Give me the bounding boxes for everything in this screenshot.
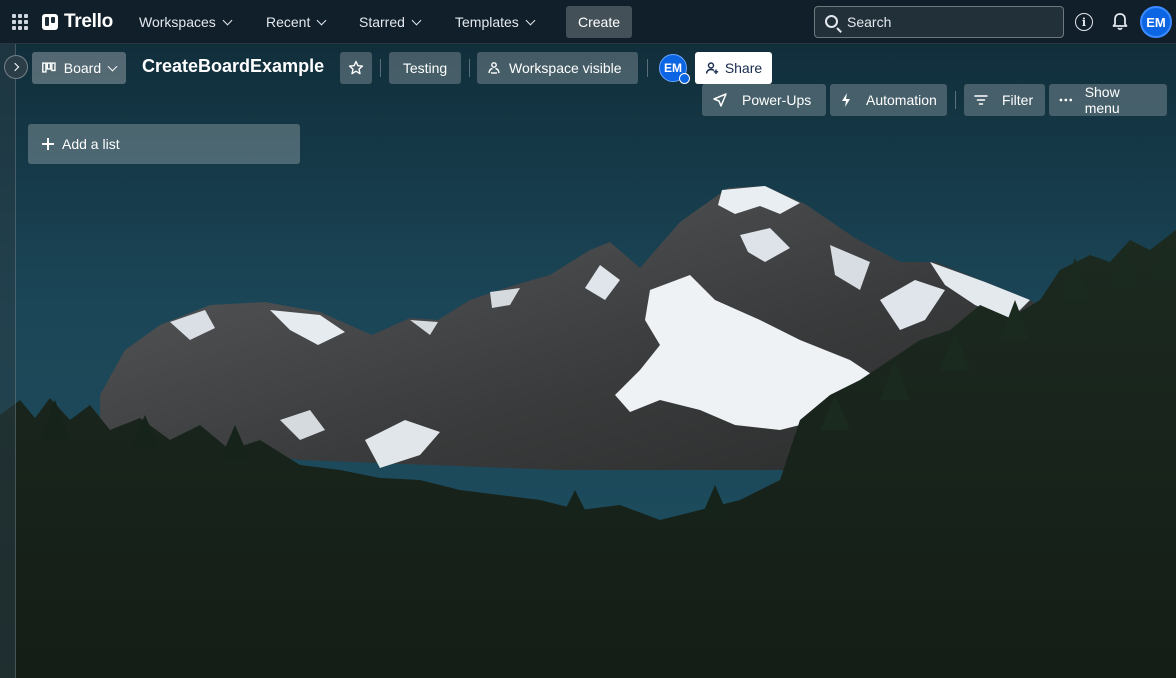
- divider: [647, 59, 648, 77]
- nav-templates[interactable]: Templates: [447, 7, 542, 37]
- nav-templates-label: Templates: [455, 14, 519, 30]
- visibility-label: Workspace visible: [509, 60, 622, 76]
- trello-logo[interactable]: Trello: [42, 11, 113, 32]
- expand-sidebar-button[interactable]: [4, 55, 28, 79]
- plus-icon: [42, 138, 54, 150]
- star-icon: [348, 60, 364, 75]
- share-label: Share: [724, 60, 763, 76]
- admin-badge-icon: [679, 73, 690, 84]
- chevron-right-icon: [10, 62, 20, 72]
- nav-starred[interactable]: Starred: [351, 7, 428, 37]
- automation-button[interactable]: Automation: [830, 84, 947, 116]
- create-button[interactable]: Create: [566, 6, 632, 38]
- lightning-icon: [842, 93, 850, 107]
- visibility-button[interactable]: Workspace visible: [477, 52, 638, 84]
- more-dots-icon: [1059, 98, 1073, 102]
- workspace-visible-icon: [488, 62, 500, 74]
- power-ups-label: Power-Ups: [742, 92, 812, 108]
- divider: [380, 59, 381, 77]
- chevron-down-icon: [107, 61, 118, 71]
- nav-recent[interactable]: Recent: [258, 7, 333, 37]
- nav-recent-label: Recent: [266, 14, 311, 30]
- show-menu-label: Show menu: [1084, 84, 1120, 116]
- search-icon: [825, 15, 838, 28]
- divider: [955, 91, 956, 109]
- add-member-icon: [705, 62, 719, 74]
- filter-icon: [974, 95, 988, 105]
- rocket-icon: [713, 93, 727, 107]
- share-button[interactable]: Share: [695, 52, 772, 84]
- filter-button[interactable]: Filter: [964, 84, 1045, 116]
- board-member-initials: EM: [664, 61, 682, 75]
- filter-label: Filter: [1002, 92, 1034, 108]
- nav-starred-label: Starred: [359, 14, 405, 30]
- nav-workspaces-label: Workspaces: [139, 14, 216, 30]
- add-list-label: Add a list: [62, 136, 120, 152]
- board-view-label: Board: [63, 60, 102, 76]
- star-board-button[interactable]: [340, 52, 372, 84]
- board-icon: [42, 62, 56, 73]
- power-ups-button[interactable]: Power-Ups: [702, 84, 826, 116]
- top-navigation-bar: Trello Workspaces Recent Starred Templat…: [0, 0, 1176, 44]
- account-avatar[interactable]: EM: [1140, 6, 1172, 38]
- workspace-button[interactable]: Testing: [389, 52, 461, 84]
- logo-text: Trello: [64, 11, 113, 32]
- divider: [469, 59, 470, 77]
- search-box[interactable]: [814, 6, 1064, 38]
- apps-grid-icon[interactable]: [12, 14, 28, 30]
- chevron-down-icon: [316, 15, 327, 25]
- nav-workspaces[interactable]: Workspaces: [131, 7, 239, 37]
- chevron-down-icon: [222, 15, 233, 25]
- board-view-switcher[interactable]: Board: [32, 52, 126, 84]
- bell-icon[interactable]: [1111, 12, 1129, 32]
- info-icon[interactable]: i: [1075, 13, 1093, 31]
- show-menu-button[interactable]: Show menu: [1049, 84, 1167, 116]
- add-list-button[interactable]: Add a list: [28, 124, 300, 164]
- collapsed-sidebar: [0, 44, 16, 678]
- trello-logo-icon: [42, 14, 58, 30]
- board-title[interactable]: CreateBoardExample: [142, 56, 324, 80]
- chevron-down-icon: [411, 15, 422, 25]
- board-member-avatar[interactable]: EM: [659, 54, 690, 84]
- search-input[interactable]: [847, 14, 1047, 30]
- chevron-down-icon: [525, 15, 536, 25]
- automation-label: Automation: [866, 92, 937, 108]
